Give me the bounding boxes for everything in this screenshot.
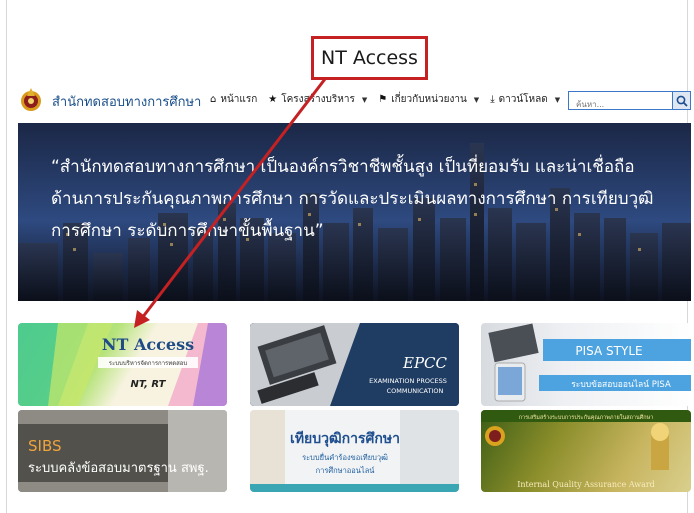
flag-icon: ⚑ [378,94,388,105]
nav-label: ดาวน์โหลด [498,94,548,105]
epcc-banner: EPCC EXAMINATION PROCESS COMMUNICATION [250,323,459,406]
site-title[interactable]: สำนักทดสอบทางการศึกษา [52,91,201,112]
tile-subtitle: ระบบบริหารจัดการการทดสอบ [109,360,188,367]
nav-label: เกี่ยวกับหน่วยงาน [391,94,467,105]
nav-item-structure[interactable]: ★ โครงสร้างบริหาร ▼ [268,92,367,107]
search-box [568,91,673,113]
tile-title: EPCC [402,354,448,372]
caret-down-icon: ▼ [554,95,561,104]
nt-access-callout: NT Access [311,36,428,80]
download-icon: ⤓ [490,94,495,105]
home-icon: ⌂ [210,94,217,105]
search-button[interactable] [672,91,691,110]
nav-item-home[interactable]: ⌂ หน้าแรก [210,92,257,107]
tile-equivalency[interactable]: เทียบวุฒิการศึกษา ระบบยื่นคำร้องขอเทียบว… [250,410,459,492]
nav-label: หน้าแรก [220,94,258,105]
star-icon: ★ [268,94,278,105]
site-logo[interactable] [19,86,43,112]
tile-pisa[interactable]: PISA STYLE ระบบข้อสอบออนไลน์ PISA [481,323,691,406]
equivalency-banner: เทียบวุฒิการศึกษา ระบบยื่นคำร้องขอเทียบว… [250,410,459,492]
tile-subtitle: การศึกษาออนไลน์ [316,466,375,475]
tile-subtitle: ระบบข้อสอบออนไลน์ PISA [571,379,671,390]
hero-line: การศึกษา ระดับการศึกษาขั้นพื้นฐาน” [51,221,324,241]
sibs-banner: SIBS ระบบคลังข้อสอบมาตรฐาน สพฐ. [18,410,227,492]
search-icon [676,95,688,107]
tile-title: NT Access [102,335,194,354]
pisa-banner: PISA STYLE ระบบข้อสอบออนไลน์ PISA [488,323,691,402]
nav-item-download[interactable]: ⤓ ดาวน์โหลด ▼ [490,92,560,107]
tile-nt-access[interactable]: NT Access ระบบบริหารจัดการการทดสอบ NT, R… [18,323,227,406]
iqa-award-banner: การเสริมสร้างระบบการประกันคุณภาพภายในสถา… [481,410,691,489]
left-border [6,0,7,513]
tile-subtitle: COMMUNICATION [387,387,444,395]
tile-title: SIBS [28,437,62,455]
caret-down-icon: ▼ [473,95,480,104]
hero-vision-statement: “สำนักทดสอบทางการศึกษา เป็นองค์กรวิชาชีพ… [51,151,671,247]
tile-title: เทียบวุฒิการศึกษา [290,430,400,447]
main-nav: ⌂ หน้าแรก ★ โครงสร้างบริหาร ▼ ⚑ เกี่ยวกั… [210,92,560,107]
caret-down-icon: ▼ [361,95,368,104]
nav-item-about[interactable]: ⚑ เกี่ยวกับหน่วยงาน ▼ [378,92,479,107]
tile-subtitle: ระบบยื่นคำร้องขอเทียบวุฒิ [302,452,388,462]
tile-subtitle: EXAMINATION PROCESS [369,377,447,385]
tile-tag: NT, RT [131,379,167,390]
nav-label: โครงสร้างบริหาร [281,94,355,105]
tile-subtitle: ระบบคลังข้อสอบมาตรฐาน สพฐ. [28,461,209,476]
search-input[interactable] [569,96,672,113]
tile-iqa-award[interactable]: การเสริมสร้างระบบการประกันคุณภาพภายในสถา… [481,410,691,492]
hero-banner: “สำนักทดสอบทางการศึกษา เป็นองค์กรวิชาชีพ… [18,123,691,301]
tile-subtitle: การเสริมสร้างระบบการประกันคุณภาพภายในสถา… [519,414,654,421]
tile-award-label: Internal Quality Assurance Award [517,480,655,489]
nt-access-banner: NT Access ระบบบริหารจัดการการทดสอบ NT, R… [18,323,227,406]
hero-line: “สำนักทดสอบทางการศึกษา เป็นองค์กรวิชาชีพ… [51,157,635,177]
tile-sibs[interactable]: SIBS ระบบคลังข้อสอบมาตรฐาน สพฐ. [18,410,227,492]
tile-title: PISA STYLE [575,344,642,358]
tile-epcc[interactable]: EPCC EXAMINATION PROCESS COMMUNICATION [250,323,459,406]
hero-line: ด้านการประกันคุณภาพการศึกษา การวัดและประ… [51,189,654,209]
